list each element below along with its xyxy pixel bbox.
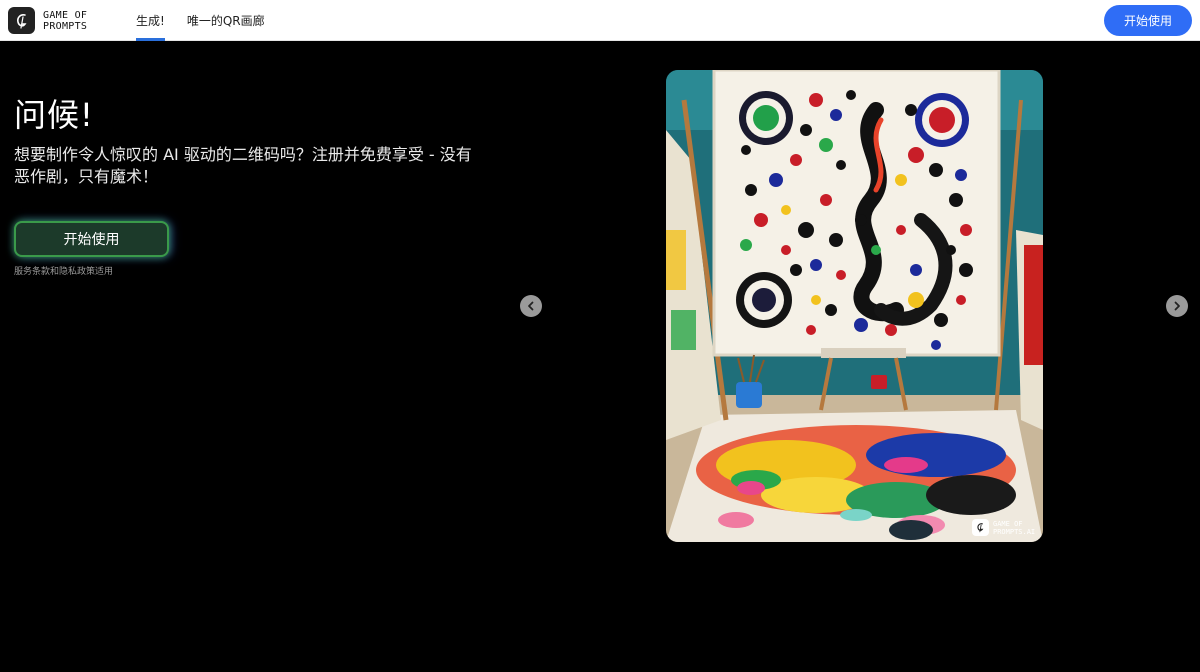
tab-qr-gallery[interactable]: 唯一的QR画廊 — [187, 0, 265, 41]
carousel-next-button[interactable] — [1166, 295, 1188, 317]
g-logo-icon — [972, 519, 989, 536]
chevron-left-icon — [528, 301, 534, 311]
carousel-slide-qr-artwork: GAME OF PROMPTS.AI — [666, 70, 1043, 542]
top-nav-bar: GAME OF PROMPTS 生成! 唯一的QR画廊 开始使用 — [0, 0, 1200, 41]
chevron-right-icon — [1174, 301, 1180, 311]
tab-generate[interactable]: 生成! — [136, 0, 165, 41]
main-nav: 生成! 唯一的QR画廊 — [136, 0, 265, 41]
g-logo-icon — [8, 7, 35, 34]
brand-name: GAME OF PROMPTS — [43, 9, 88, 32]
hero-subtitle: 想要制作令人惊叹的 AI 驱动的二维码吗？注册并免费享受 - 没有恶作剧，只有魔… — [14, 145, 472, 186]
qr-art-image — [666, 70, 1043, 542]
get-started-header-button[interactable]: 开始使用 — [1104, 5, 1192, 36]
watermark-text: GAME OF PROMPTS.AI — [993, 519, 1036, 536]
hero-title: 问候! — [14, 96, 94, 134]
carousel-prev-button[interactable] — [520, 295, 542, 317]
brand-logo[interactable]: GAME OF PROMPTS — [8, 7, 103, 34]
terms-notice: 服务条款和隐私政策适用 — [14, 267, 114, 277]
get-started-hero-button[interactable]: 开始使用 — [14, 221, 169, 257]
slide-watermark: GAME OF PROMPTS.AI — [972, 519, 1035, 536]
